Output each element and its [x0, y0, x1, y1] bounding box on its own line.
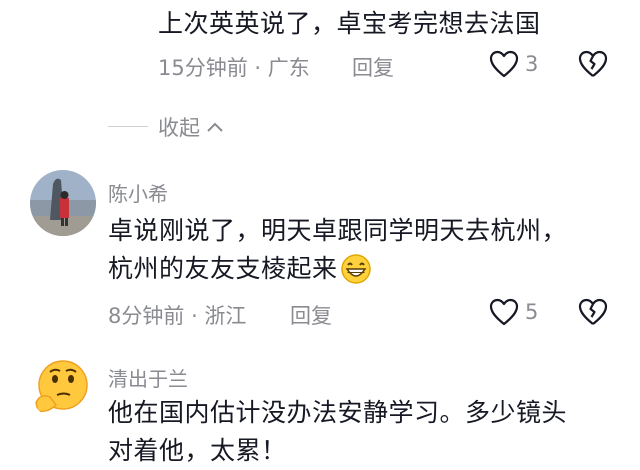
reply-meta: 15分钟前 · 广东 [158, 52, 310, 82]
reply-button[interactable]: 回复 [352, 52, 394, 82]
broken-heart-icon [578, 50, 608, 77]
comment-line: 对着他，太累！ [108, 436, 287, 465]
comment-line: 杭州的友友支棱起来 [108, 254, 338, 283]
username[interactable]: 清出于兰 [108, 363, 188, 392]
like-button[interactable]: 5 [489, 298, 538, 326]
comment-text: 卓说刚说了，明天卓跟同学明天去杭州， 杭州的友友支棱起来 [108, 212, 567, 288]
avatar-photo [30, 170, 96, 236]
username[interactable]: 陈小希 [108, 178, 168, 207]
collapse-divider [108, 126, 148, 127]
comment-time: 8分钟前 [108, 304, 185, 328]
avatar[interactable] [30, 170, 96, 236]
thinking-emoji-avatar [30, 355, 96, 421]
chevron-up-icon [207, 122, 223, 132]
like-count: 3 [525, 52, 539, 76]
comment-line-with-emoji: 杭州的友友支棱起来 [108, 250, 567, 288]
meta-dot: · [254, 56, 268, 80]
reply-text: 上次英英说了，卓宝考完想去法国 [158, 9, 541, 38]
reply-button[interactable]: 回复 [290, 300, 332, 330]
reply-time: 15分钟前 [158, 56, 248, 80]
grinning-emoji-icon [340, 254, 371, 284]
reply-location: 广东 [267, 56, 310, 80]
comment-location: 浙江 [204, 304, 247, 328]
heart-outline-icon [489, 298, 519, 326]
comment-meta: 8分钟前 · 浙江 [108, 300, 246, 330]
comment-line: 卓说刚说了，明天卓跟同学明天去杭州， [108, 216, 568, 245]
heart-outline-icon [489, 50, 519, 78]
meta-dot: · [191, 304, 205, 328]
avatar[interactable] [30, 355, 96, 421]
broken-heart-icon [578, 298, 608, 325]
comment-line: 他在国内估计没办法安静学习。多少镜头 [108, 398, 568, 427]
dislike-button[interactable] [578, 50, 608, 78]
like-button[interactable]: 3 [489, 50, 538, 78]
dislike-button[interactable] [578, 298, 608, 326]
collapse-label: 收起 [158, 116, 200, 140]
collapse-button[interactable]: 收起 [158, 112, 224, 142]
comment-text: 他在国内估计没办法安静学习。多少镜头 对着他，太累！ [108, 394, 567, 470]
like-count: 5 [525, 300, 539, 324]
